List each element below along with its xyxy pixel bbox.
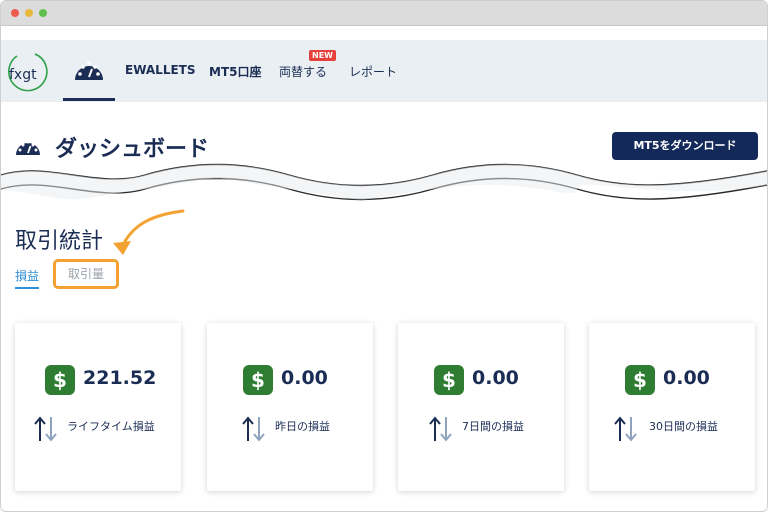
- tab-volume-label: 取引量: [67, 267, 104, 281]
- logo-text: fxgt: [9, 67, 37, 83]
- tab-volume[interactable]: 取引量: [53, 259, 119, 289]
- nav-ewallets[interactable]: EWALLETS: [125, 63, 196, 77]
- stat-amount: 0.00: [472, 367, 519, 389]
- up-down-arrows-icon: [242, 416, 265, 442]
- dollar-icon: $: [625, 365, 655, 395]
- stat-amount: 0.00: [663, 367, 710, 389]
- up-down-arrows-icon: [614, 416, 637, 442]
- stats-title: 取引統計: [15, 229, 104, 254]
- nav-mt5-accounts[interactable]: MT5口座: [209, 63, 261, 80]
- minimize-window-button[interactable]: [25, 9, 33, 17]
- stat-card-7days: $ 0.00 7日間の損益: [398, 323, 564, 491]
- stat-label: 30日間の損益: [649, 420, 718, 433]
- stat-amount: 221.52: [83, 367, 157, 389]
- dashboard-gauge-icon: [16, 140, 40, 155]
- stat-amount: 0.00: [281, 367, 328, 389]
- page-title: ダッシュボード: [55, 137, 210, 162]
- tab-profit-loss[interactable]: 損益: [15, 267, 40, 289]
- stat-label: 昨日の損益: [275, 420, 330, 433]
- torn-divider: [1, 163, 767, 213]
- stat-card-yesterday: $ 0.00 昨日の損益: [207, 323, 373, 491]
- up-down-arrows-icon: [34, 416, 57, 442]
- dollar-icon: $: [45, 365, 75, 395]
- stat-label: 7日間の損益: [462, 420, 524, 433]
- annotation-arrow-icon: [113, 209, 185, 255]
- maximize-window-button[interactable]: [39, 9, 47, 17]
- browser-window: fxgt EWALLETS MT5口座 両替する NEW レポート ダッシュボー…: [0, 0, 768, 512]
- nav-reports[interactable]: レポート: [349, 63, 397, 80]
- top-navigation: fxgt EWALLETS MT5口座 両替する NEW レポート: [1, 40, 767, 102]
- dollar-icon: $: [243, 365, 273, 395]
- stat-card-lifetime: $ 221.52 ライフタイム損益: [15, 323, 181, 491]
- nav-exchange[interactable]: 両替する: [279, 63, 327, 80]
- fxgt-logo[interactable]: fxgt: [5, 50, 49, 94]
- dashboard-gauge-icon[interactable]: [63, 40, 115, 100]
- new-badge: NEW: [309, 50, 336, 61]
- title-bar: [1, 1, 767, 26]
- close-window-button[interactable]: [11, 9, 19, 17]
- dashboard-active-indicator: [63, 98, 115, 101]
- stat-label: ライフタイム損益: [67, 420, 155, 433]
- dollar-icon: $: [434, 365, 464, 395]
- download-mt5-button[interactable]: MT5をダウンロード: [612, 132, 758, 160]
- stat-card-30days: $ 0.00 30日間の損益: [589, 323, 755, 491]
- up-down-arrows-icon: [429, 416, 452, 442]
